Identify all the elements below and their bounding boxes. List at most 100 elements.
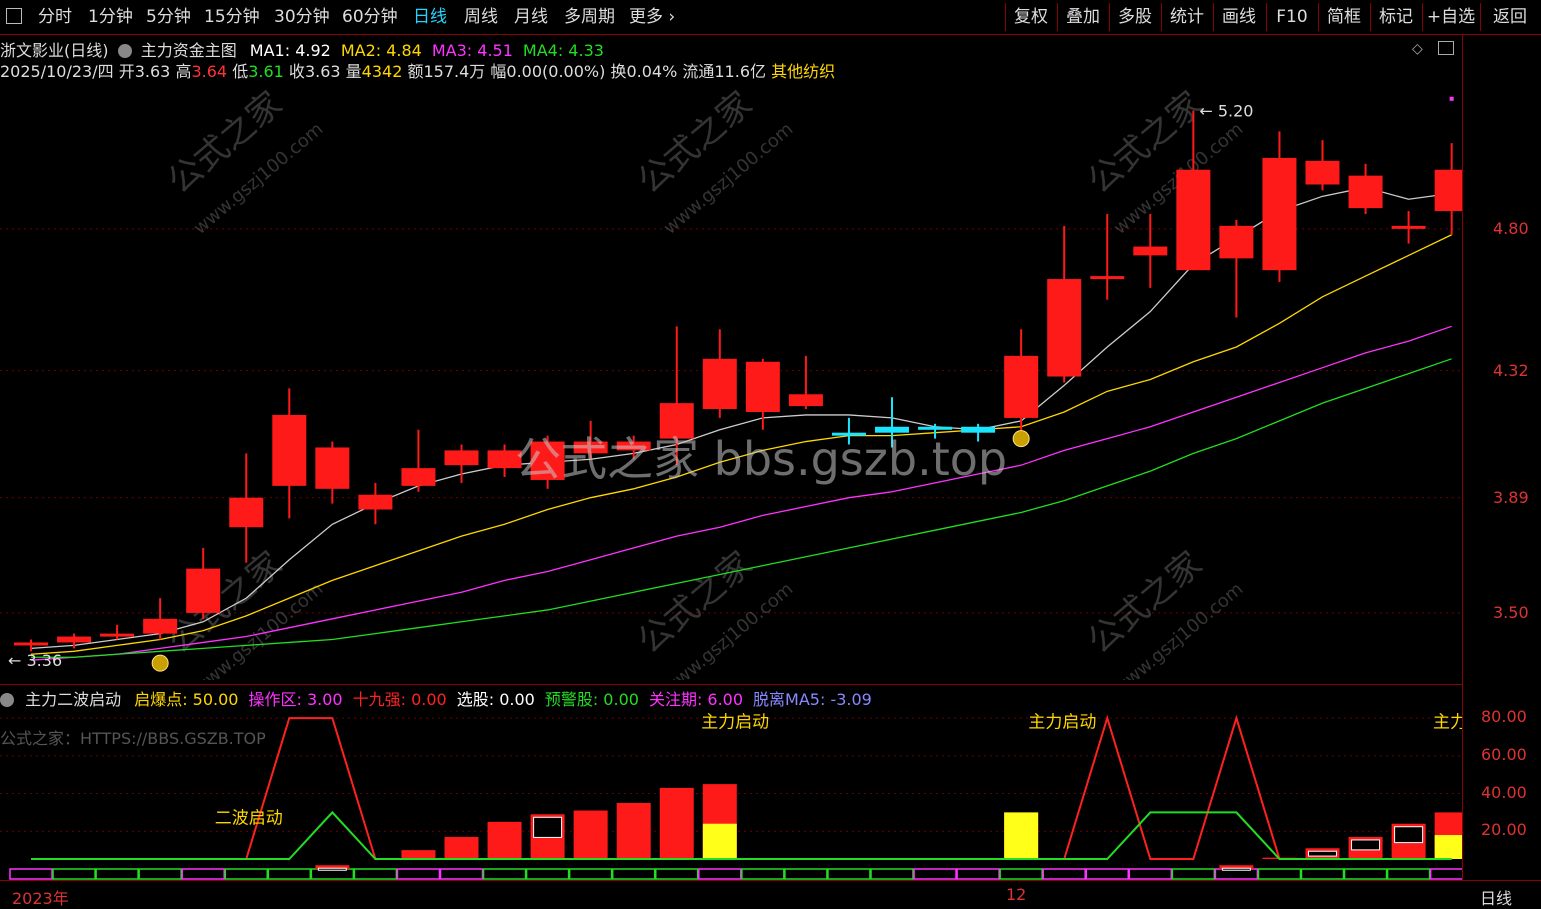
candle-body bbox=[100, 633, 135, 637]
indicator-bar bbox=[573, 810, 608, 859]
indicator-bar bbox=[444, 836, 479, 859]
tab-2[interactable]: 5分钟 bbox=[146, 4, 191, 30]
repeat-watermark: 公式之家 bbox=[630, 544, 760, 662]
tab-9[interactable]: 多周期 bbox=[564, 4, 615, 30]
tab-6[interactable]: 日线 bbox=[413, 4, 447, 30]
tab-0[interactable]: 分时 bbox=[38, 4, 72, 30]
price-axis-label-2: 3.89 bbox=[1493, 487, 1529, 507]
candle-body bbox=[1047, 279, 1082, 377]
signal-annotation: 二波启动 bbox=[215, 809, 283, 829]
toolbar-button-4[interactable]: 画线 bbox=[1213, 3, 1264, 31]
tab-4[interactable]: 30分钟 bbox=[274, 4, 330, 30]
baseline-cell bbox=[525, 868, 570, 880]
indicator-chart[interactable]: 二波启动 主力启动 主力启动 主力 bbox=[0, 685, 1462, 881]
sub-axis-label-0: 80.00 bbox=[1481, 707, 1527, 727]
main-chart-panel[interactable]: 浙文影业(日线) 主力资金主图 MA1: 4.92 MA2: 4.84 MA3: 4… bbox=[0, 35, 1462, 680]
indicator-bar bbox=[616, 802, 651, 859]
candle-body bbox=[1348, 175, 1383, 209]
indicator-bar bbox=[401, 850, 436, 859]
toolbar-button-3[interactable]: 统计 bbox=[1161, 3, 1212, 31]
toolbar: 分时 1分钟 5分钟 15分钟 30分钟 60分钟 日线 周线 月线 多周期 更多 › 复权 叠加 多股统… bbox=[0, 0, 1541, 35]
candle-body bbox=[1090, 276, 1125, 280]
tab-7[interactable]: 周线 bbox=[464, 4, 498, 30]
money-bag-icon bbox=[151, 654, 169, 672]
baseline-cell bbox=[741, 868, 785, 880]
center-watermark: 公式之家 bbs.gszb.top bbox=[515, 432, 1008, 486]
red-signal-line bbox=[31, 714, 1452, 860]
baseline-cell bbox=[1128, 868, 1173, 880]
baseline-cell bbox=[181, 868, 225, 880]
signal-annotation: 主力启动 bbox=[1028, 713, 1096, 733]
baseline-cell bbox=[52, 868, 96, 880]
candle-body bbox=[1176, 169, 1211, 271]
baseline-cell bbox=[1343, 868, 1388, 880]
baseline-cell bbox=[827, 868, 871, 880]
candle-body bbox=[315, 447, 350, 489]
candle-body bbox=[1004, 355, 1039, 418]
high-marker: ← 5.20 bbox=[1199, 102, 1253, 121]
indicator-bar-hollow bbox=[317, 867, 347, 871]
baseline-cell bbox=[655, 868, 699, 880]
toolbar-button-7[interactable]: 标记 bbox=[1370, 3, 1421, 31]
baseline-cell bbox=[1386, 868, 1431, 880]
price-axis-label-0: 4.80 bbox=[1493, 218, 1529, 238]
money-bag-icon bbox=[1012, 430, 1030, 448]
tab-8[interactable]: 月线 bbox=[514, 4, 548, 30]
signal-dot bbox=[1449, 96, 1454, 101]
baseline-cell bbox=[1300, 868, 1345, 880]
sub-axis-label-3: 20.00 bbox=[1481, 820, 1527, 840]
baseline-cell bbox=[482, 868, 527, 880]
baseline-cell bbox=[95, 868, 139, 880]
indicator-bar-hollow bbox=[1394, 826, 1424, 844]
candle-body bbox=[1219, 225, 1254, 259]
tab-5[interactable]: 60分钟 bbox=[342, 4, 398, 30]
candle-body bbox=[143, 618, 178, 634]
tab-1[interactable]: 1分钟 bbox=[88, 4, 133, 30]
sub-axis-label-2: 40.00 bbox=[1481, 782, 1527, 802]
baseline-cell bbox=[698, 868, 742, 880]
baseline-cell bbox=[9, 868, 53, 880]
toolbar-button-8[interactable]: +自选 bbox=[1422, 3, 1479, 31]
baseline-cell bbox=[999, 868, 1043, 880]
tab-3[interactable]: 15分钟 bbox=[204, 4, 260, 30]
toolbar-button-2[interactable]: 多股 bbox=[1109, 3, 1160, 31]
indicator-bar-yellow bbox=[702, 823, 737, 859]
baseline-cell bbox=[224, 868, 268, 880]
repeat-watermark: 公式之家 bbox=[630, 84, 760, 202]
toolbar-button-1[interactable]: 叠加 bbox=[1057, 3, 1108, 31]
period-label[interactable]: 日线 bbox=[1480, 885, 1512, 909]
signal-annotation: 主力 bbox=[1433, 713, 1462, 733]
indicator-bar bbox=[659, 787, 694, 859]
candle-body bbox=[1305, 160, 1340, 185]
candle-body bbox=[401, 468, 436, 486]
tab-10[interactable]: 更多 › bbox=[629, 4, 675, 30]
repeat-watermark: 公式之家 bbox=[160, 84, 290, 202]
indicator-bar-yellow bbox=[1004, 812, 1039, 859]
baseline-cell bbox=[396, 868, 441, 880]
baseline-cell bbox=[439, 868, 484, 880]
indicator-bar-yellow bbox=[1434, 835, 1462, 859]
candle-body bbox=[444, 450, 479, 466]
candle-body bbox=[186, 568, 221, 613]
baseline-cell bbox=[568, 868, 613, 880]
repeat-watermark: 公式之家 bbox=[1080, 544, 1210, 662]
toolbar-button-6[interactable]: 简框 bbox=[1318, 3, 1369, 31]
baseline-cell bbox=[784, 868, 828, 880]
indicator-panel[interactable]: 主力二波启动 启爆点: 50.00 操作区: 3.00 十九强: 0.00 选股: 0… bbox=[0, 684, 1462, 881]
toolbar-button-9[interactable]: 返回 bbox=[1480, 3, 1539, 31]
candle-body bbox=[57, 636, 92, 643]
menu-icon[interactable] bbox=[6, 8, 22, 24]
baseline-cell bbox=[353, 868, 398, 880]
baseline-cell bbox=[1042, 868, 1086, 880]
candle-body bbox=[358, 494, 393, 510]
price-axis-label-3: 3.50 bbox=[1493, 602, 1529, 622]
year-label: 2023年 bbox=[12, 889, 69, 908]
sub-axis-label-1: 60.00 bbox=[1481, 744, 1527, 764]
toolbar-button-5[interactable]: F10 bbox=[1266, 3, 1317, 31]
candle-body bbox=[229, 497, 264, 528]
baseline-cell bbox=[870, 868, 914, 880]
toolbar-button-0[interactable]: 复权 bbox=[1005, 3, 1056, 31]
candlestick-chart[interactable]: 公式之家www.gszj100.com 公式之家www.gszj100.com 公式… bbox=[0, 35, 1462, 680]
baseline-cell bbox=[913, 868, 957, 880]
candle-body bbox=[1262, 157, 1297, 271]
